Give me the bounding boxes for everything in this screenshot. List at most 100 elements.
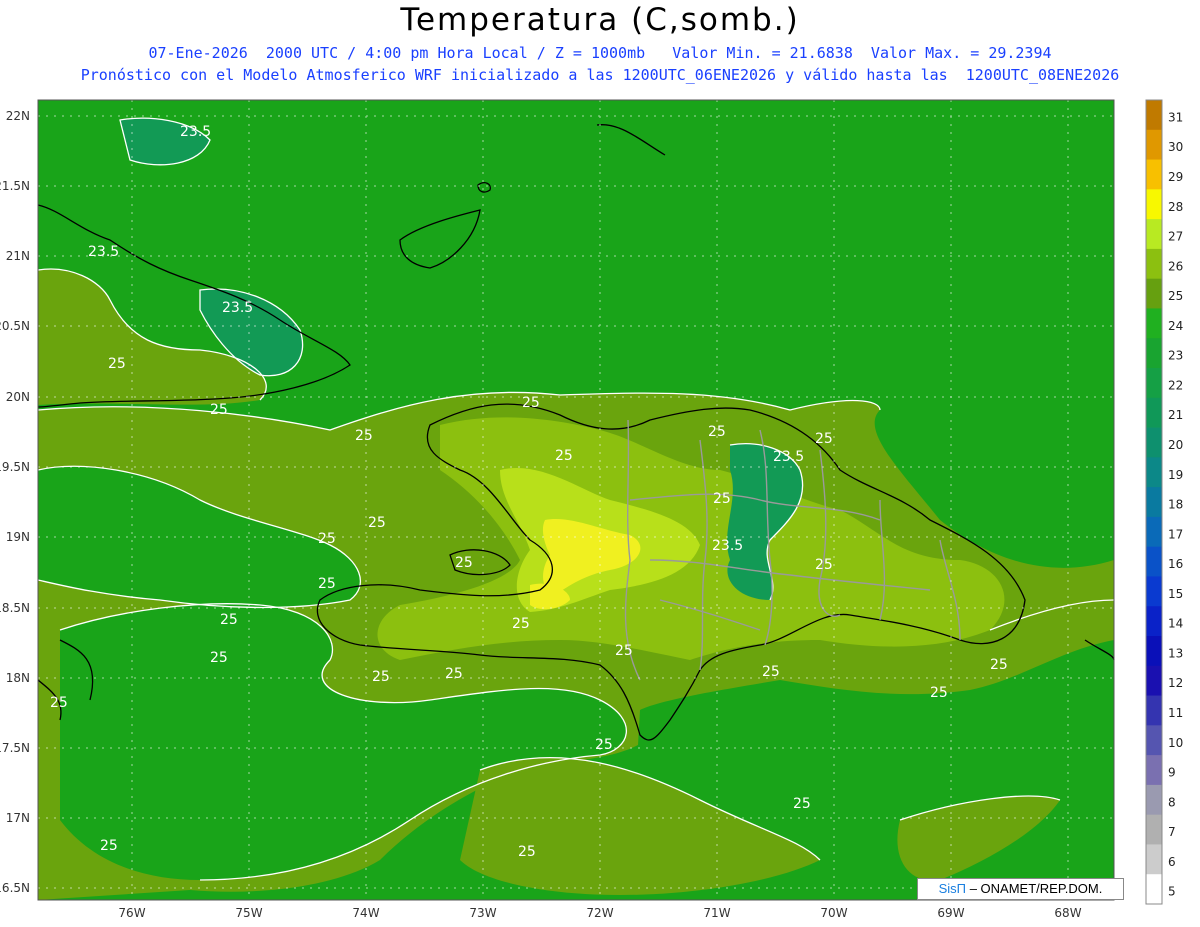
contour-label: 25 (930, 685, 948, 701)
colorbar-swatch (1146, 129, 1162, 160)
colorbar-swatch (1146, 427, 1162, 458)
contour-label: 25 (50, 695, 68, 711)
credit-text: – ONAMET/REP.DOM. (966, 881, 1103, 896)
contour-label: 25 (518, 844, 536, 860)
colorbar-label: 12 (1168, 676, 1183, 690)
contour-label: 23.5 (712, 538, 743, 554)
lon-tick-label: 73W (469, 906, 496, 920)
colorbar-label: 20 (1168, 438, 1183, 452)
colorbar-swatch (1146, 546, 1162, 577)
contour-label: 25 (522, 395, 540, 411)
colorbar-label: 10 (1168, 736, 1183, 750)
colorbar-label: 25 (1168, 289, 1183, 303)
contour-label: 25 (815, 431, 833, 447)
contour-label: 23.5 (180, 124, 211, 140)
contour-label: 23.5 (88, 244, 119, 260)
colorbar-swatch (1146, 576, 1162, 607)
contour-label: 25 (445, 666, 463, 682)
colorbar: 31 30 29 28 27 26 25 24 23 22 21 20 19 18 17 16 15 14 13 12… (1145, 99, 1183, 905)
lat-tick-label: 21.5N (0, 179, 30, 193)
colorbar-label: 5 (1168, 885, 1176, 899)
colorbar-swatch (1146, 487, 1162, 518)
colorbar-swatch (1146, 159, 1162, 190)
contour-label: 25 (355, 428, 373, 444)
colorbar-swatch (1146, 874, 1162, 905)
colorbar-swatch (1146, 665, 1162, 696)
colorbar-swatch (1146, 100, 1162, 131)
colorbar-swatch (1146, 338, 1162, 369)
colorbar-label: 26 (1168, 259, 1183, 273)
credit-box: SisΠ – ONAMET/REP.DOM. (917, 878, 1124, 900)
lat-tick-label: 16.5N (0, 881, 30, 895)
colorbar-swatch (1146, 695, 1162, 726)
colorbar-swatch (1146, 397, 1162, 428)
colorbar-label: 23 (1168, 349, 1183, 363)
contour-label: 25 (815, 557, 833, 573)
colorbar-swatch (1146, 844, 1162, 875)
colorbar-label: 19 (1168, 468, 1183, 482)
contour-label: 25 (615, 643, 633, 659)
lat-tick-label: 20N (6, 390, 30, 404)
colorbar-label: 14 (1168, 617, 1183, 631)
contour-label: 25 (100, 838, 118, 854)
lat-tick-label: 21N (6, 249, 30, 263)
colorbar-swatch (1146, 814, 1162, 845)
lat-tick-label: 22N (6, 109, 30, 123)
lat-tick-label: 19N (6, 530, 30, 544)
colorbar-swatch (1146, 755, 1162, 786)
colorbar-label: 27 (1168, 230, 1183, 244)
contour-label: 25 (220, 612, 238, 628)
contour-label: 23.5 (222, 300, 253, 316)
contour-label: 25 (318, 576, 336, 592)
colorbar-label: 13 (1168, 646, 1183, 660)
colorbar-label: 24 (1168, 319, 1183, 333)
colorbar-label: 6 (1168, 855, 1176, 869)
lat-tick-label: 18N (6, 671, 30, 685)
contour-label: 25 (210, 650, 228, 666)
lon-tick-label: 75W (235, 906, 262, 920)
latitude-axis: 22N 21.5N 21N 20.5N 20N 19.5N 19N 18.5N … (0, 109, 30, 895)
colorbar-label: 29 (1168, 170, 1183, 184)
contour-label: 25 (368, 515, 386, 531)
colorbar-label: 15 (1168, 587, 1183, 601)
temperature-map: 23.5 23.5 23.5 25 25 25 25 25 25 25 25 2… (0, 99, 1183, 920)
colorbar-label: 9 (1168, 766, 1176, 780)
colorbar-label: 17 (1168, 527, 1183, 541)
colorbar-label: 8 (1168, 795, 1176, 809)
lon-tick-label: 68W (1054, 906, 1081, 920)
colorbar-label: 28 (1168, 200, 1183, 214)
lat-tick-label: 17N (6, 811, 30, 825)
contour-label: 25 (990, 657, 1008, 673)
lon-tick-label: 76W (118, 906, 145, 920)
contour-label: 25 (793, 796, 811, 812)
colorbar-swatch (1146, 784, 1162, 816)
colorbar-label: 30 (1168, 140, 1183, 154)
colorbar-label: 31 (1168, 110, 1183, 124)
lon-tick-label: 70W (820, 906, 847, 920)
colorbar-swatch (1146, 457, 1162, 488)
sispi-logo-text: SisΠ (938, 881, 967, 896)
colorbar-swatch (1146, 219, 1162, 250)
colorbar-label: 18 (1168, 498, 1183, 512)
colorbar-swatch (1146, 636, 1162, 667)
lat-tick-label: 18.5N (0, 601, 30, 615)
contour-label: 25 (762, 664, 780, 680)
colorbar-swatch (1146, 516, 1162, 548)
colorbar-label: 21 (1168, 408, 1183, 422)
contour-label: 25 (713, 491, 731, 507)
lat-tick-label: 17.5N (0, 741, 30, 755)
contour-label: 25 (708, 424, 726, 440)
lon-tick-label: 69W (937, 906, 964, 920)
lon-tick-label: 71W (703, 906, 730, 920)
colorbar-swatch (1146, 248, 1162, 280)
longitude-axis: 76W 75W 74W 73W 72W 71W 70W 69W 68W (118, 906, 1081, 920)
contour-label: 25 (455, 555, 473, 571)
contour-label: 25 (555, 448, 573, 464)
contour-label: 23.5 (773, 449, 804, 465)
lat-tick-label: 19.5N (0, 460, 30, 474)
colorbar-swatch (1146, 606, 1162, 637)
colorbar-label: 22 (1168, 378, 1183, 392)
colorbar-swatch (1146, 189, 1162, 220)
colorbar-swatch (1146, 368, 1162, 399)
contour-label: 25 (108, 356, 126, 372)
